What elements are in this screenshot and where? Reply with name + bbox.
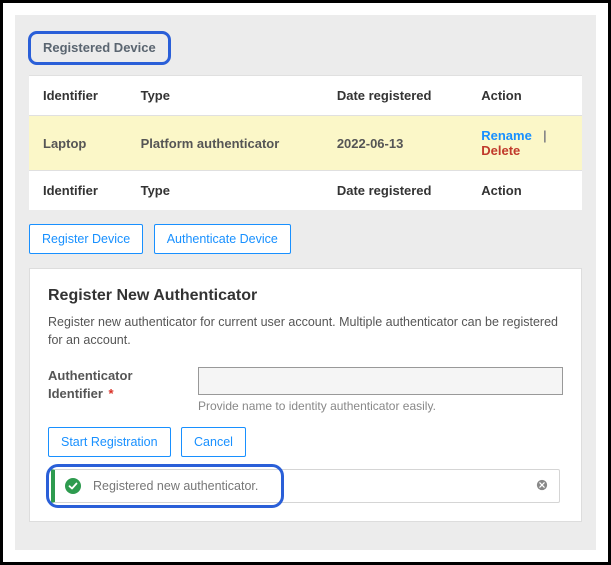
panel-button-row: Start Registration Cancel xyxy=(48,427,563,457)
col-date: Date registered xyxy=(323,76,467,116)
col-type: Type xyxy=(127,76,323,116)
authenticator-identifier-input[interactable] xyxy=(198,367,563,395)
table-header-row: Identifier Type Date registered Action xyxy=(29,76,582,116)
table-footer-row: Identifier Type Date registered Action xyxy=(29,171,582,211)
table-button-row: Register Device Authenticate Device xyxy=(29,224,582,254)
cell-date: 2022-06-13 xyxy=(323,116,467,171)
cell-type: Platform authenticator xyxy=(127,116,323,171)
cell-action: Rename | Delete xyxy=(467,116,582,171)
helper-text: Provide name to identity authenticator e… xyxy=(198,399,563,413)
form-input-column: Provide name to identity authenticator e… xyxy=(198,367,563,413)
field-label-text: Authenticator Identifier xyxy=(48,368,133,401)
success-alert: Registered new authenticator. xyxy=(51,469,560,503)
cell-identifier: Laptop xyxy=(29,116,127,171)
fcol-action: Action xyxy=(467,171,582,211)
alert-text: Registered new authenticator. xyxy=(93,479,535,493)
rename-link[interactable]: Rename xyxy=(481,128,532,143)
fcol-type: Type xyxy=(127,171,323,211)
form-row: Authenticator Identifier * Provide name … xyxy=(48,367,563,413)
section-title: Registered Device xyxy=(43,40,156,55)
close-icon[interactable] xyxy=(535,479,549,493)
col-action: Action xyxy=(467,76,582,116)
alert-wrap: Registered new authenticator. xyxy=(48,469,563,503)
col-identifier: Identifier xyxy=(29,76,127,116)
panel-description: Register new authenticator for current u… xyxy=(48,313,563,349)
fcol-date: Date registered xyxy=(323,171,467,211)
success-check-icon xyxy=(65,478,81,494)
panel-title: Register New Authenticator xyxy=(48,287,563,305)
registered-device-table: Identifier Type Date registered Action L… xyxy=(29,75,582,210)
delete-link[interactable]: Delete xyxy=(481,143,520,158)
register-device-button[interactable]: Register Device xyxy=(29,224,143,254)
cancel-button[interactable]: Cancel xyxy=(181,427,246,457)
register-panel: Register New Authenticator Register new … xyxy=(29,268,582,522)
table-row: Laptop Platform authenticator 2022-06-13… xyxy=(29,116,582,171)
section-title-highlight: Registered Device xyxy=(28,31,171,65)
fcol-identifier: Identifier xyxy=(29,171,127,211)
required-mark: * xyxy=(109,386,114,401)
authenticate-device-button[interactable]: Authenticate Device xyxy=(154,224,291,254)
start-registration-button[interactable]: Start Registration xyxy=(48,427,171,457)
action-separator: | xyxy=(536,128,547,143)
authenticator-identifier-label: Authenticator Identifier * xyxy=(48,367,178,402)
